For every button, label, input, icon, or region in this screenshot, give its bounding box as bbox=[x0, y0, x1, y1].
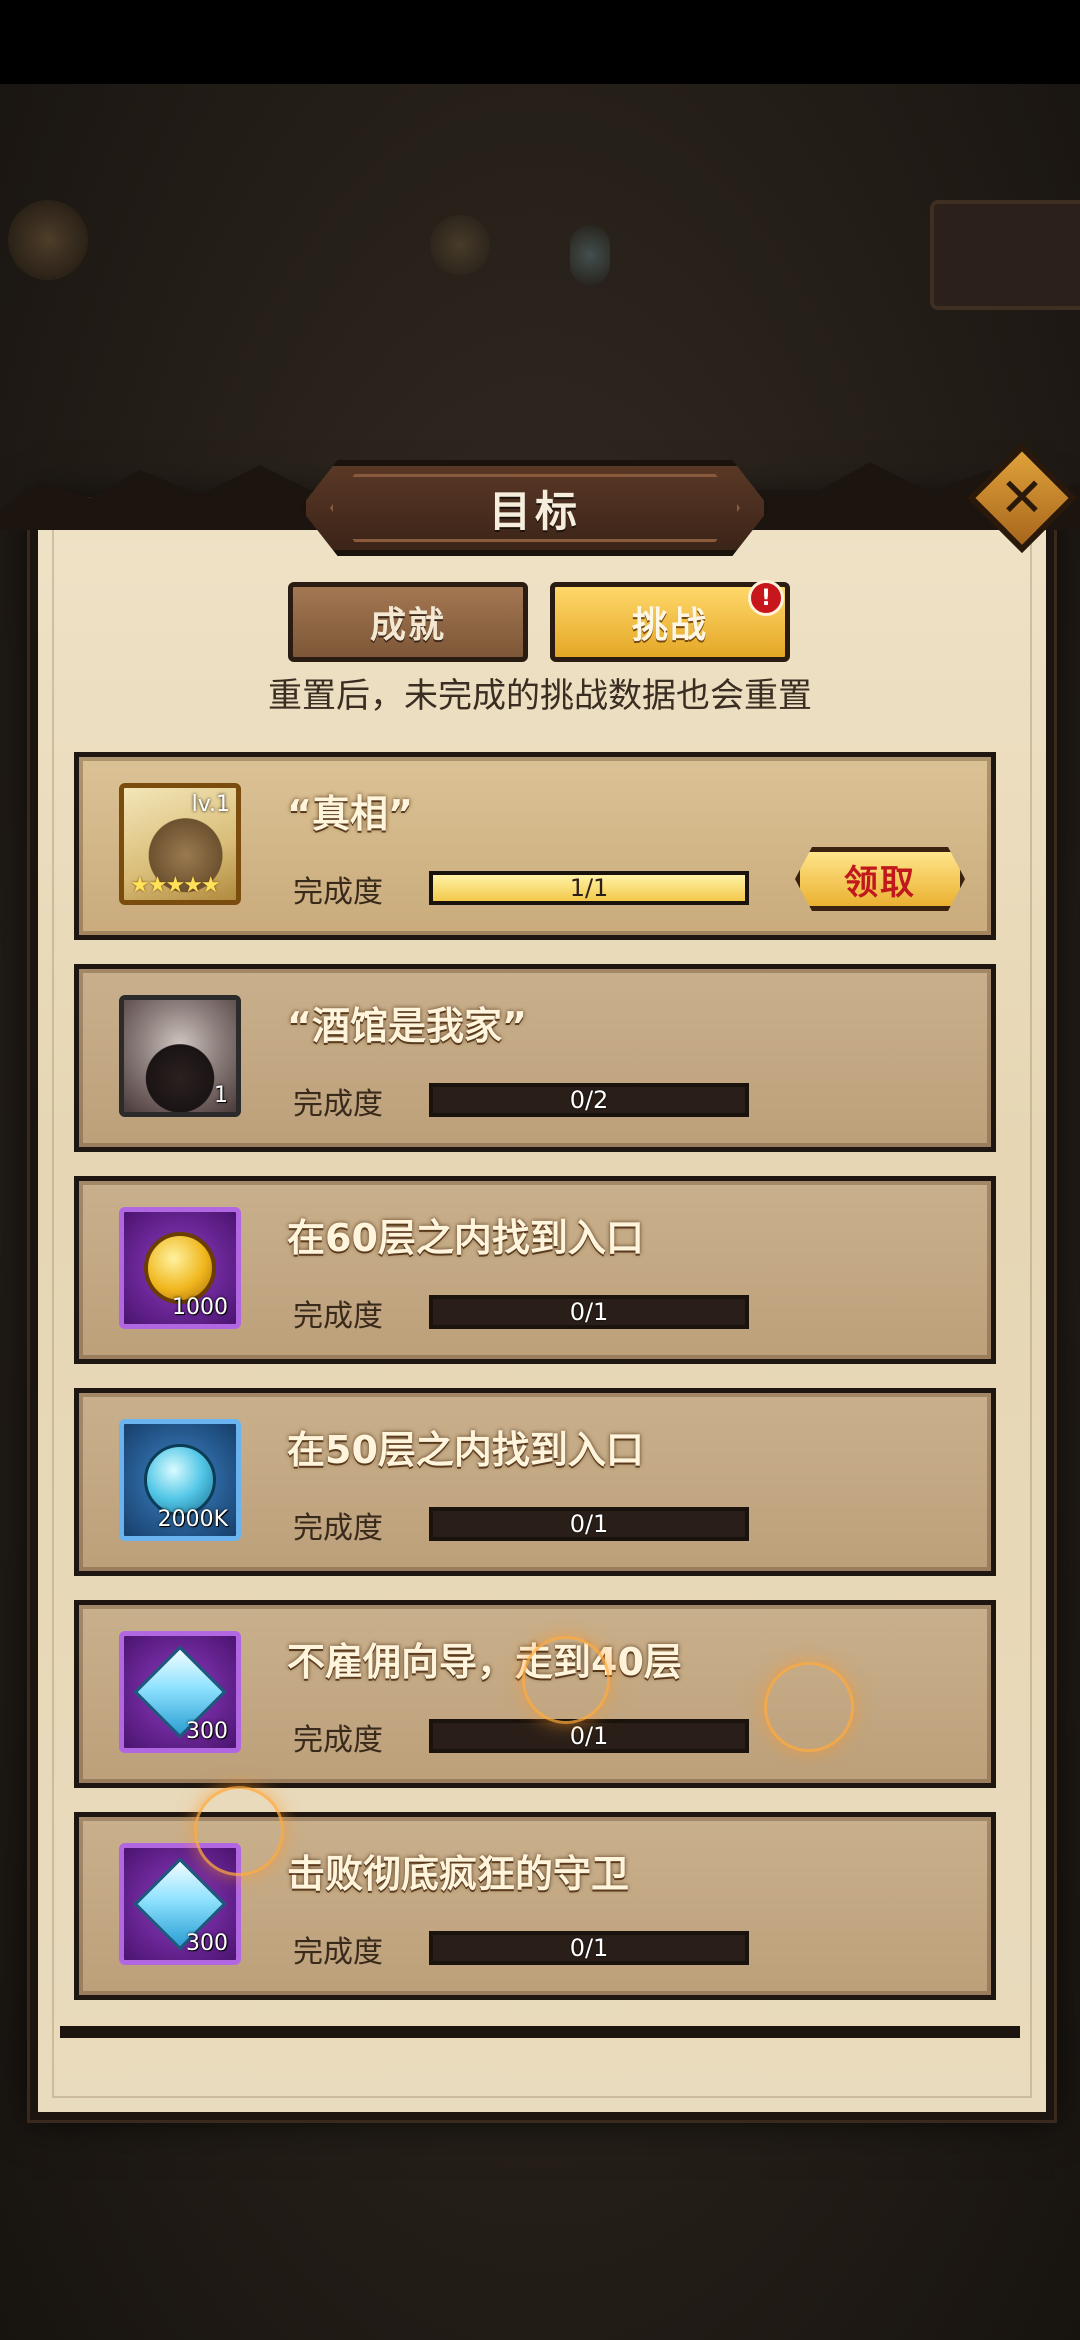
reset-notice: 重置后，未完成的挑战数据也会重置 bbox=[268, 676, 812, 716]
progress-label: 完成度 bbox=[293, 1723, 383, 1758]
soul-orb-reward[interactable]: 2000K bbox=[119, 1419, 241, 1541]
progress-value: 1/1 bbox=[569, 874, 609, 902]
reward-quantity: 1 bbox=[214, 1083, 228, 1108]
task-card: 1000 在60层之内找到入口 完成度 0/1 bbox=[74, 1176, 996, 1364]
task-card: 1 “酒馆是我家” 完成度 0/2 bbox=[74, 964, 996, 1152]
reward-quantity: 300 bbox=[186, 1931, 228, 1956]
task-title: 在60层之内找到入口 bbox=[287, 1216, 644, 1260]
title-banner-frame bbox=[330, 474, 740, 542]
task-title: “真相” bbox=[287, 792, 413, 836]
progress-bar: 1/1 bbox=[429, 871, 749, 905]
task-card: 2000K 在50层之内找到入口 完成度 0/1 bbox=[74, 1388, 996, 1576]
task-title: “酒馆是我家” bbox=[287, 1004, 527, 1048]
progress-value: 0/1 bbox=[569, 1298, 609, 1326]
challenge-alert-badge: ! bbox=[748, 580, 784, 616]
close-icon: ✕ bbox=[999, 466, 1045, 529]
reward-quantity: 2000K bbox=[157, 1507, 228, 1532]
background-potion-icon bbox=[570, 225, 610, 285]
hero-stars: ★★★★★ bbox=[130, 873, 221, 898]
task-card: lv.1 ★★★★★ “真相” 完成度 1/1 领取 bbox=[74, 752, 996, 940]
progress-value: 0/1 bbox=[569, 1722, 609, 1750]
progress-label: 完成度 bbox=[293, 875, 383, 910]
background-button bbox=[930, 200, 1080, 310]
sparkle-effect-icon bbox=[194, 1786, 284, 1876]
claim-button[interactable]: 领取 bbox=[795, 847, 965, 911]
progress-value: 0/2 bbox=[569, 1086, 609, 1114]
progress-bar: 0/1 bbox=[429, 1719, 749, 1753]
progress-bar: 0/1 bbox=[429, 1295, 749, 1329]
progress-bar: 0/2 bbox=[429, 1083, 749, 1117]
soul-orb-icon bbox=[144, 1444, 216, 1516]
reward-quantity: 1000 bbox=[172, 1295, 228, 1320]
background-menu-icon bbox=[8, 200, 88, 280]
diamond-reward[interactable]: 300 bbox=[119, 1631, 241, 1753]
progress-bar: 0/1 bbox=[429, 1507, 749, 1541]
progress-value: 0/1 bbox=[569, 1934, 609, 1962]
dark-hero-portrait-icon[interactable]: 1 bbox=[119, 995, 241, 1117]
progress-value: 0/1 bbox=[569, 1510, 609, 1538]
task-title: 不雇佣向导，走到40层 bbox=[287, 1640, 682, 1684]
hero-portrait-icon[interactable]: lv.1 ★★★★★ bbox=[119, 783, 241, 905]
progress-label: 完成度 bbox=[293, 1935, 383, 1970]
sparkle-effect-icon bbox=[522, 1636, 610, 1724]
task-title: 击败彻底疯狂的守卫 bbox=[287, 1852, 630, 1896]
progress-label: 完成度 bbox=[293, 1087, 383, 1122]
close-button[interactable]: ✕ bbox=[966, 442, 1078, 554]
panel-bottom-rim bbox=[60, 2026, 1020, 2038]
sparkle-effect-icon bbox=[764, 1662, 854, 1752]
tab-achievement[interactable]: 成就 bbox=[288, 582, 528, 662]
reward-quantity: 300 bbox=[186, 1719, 228, 1744]
gold-coin-icon bbox=[144, 1232, 216, 1304]
task-title: 在50层之内找到入口 bbox=[287, 1428, 644, 1472]
progress-label: 完成度 bbox=[293, 1299, 383, 1334]
background-resource-icon bbox=[430, 215, 490, 275]
hero-level: lv.1 bbox=[191, 792, 230, 817]
progress-bar: 0/1 bbox=[429, 1931, 749, 1965]
progress-label: 完成度 bbox=[293, 1511, 383, 1546]
gold-coin-reward[interactable]: 1000 bbox=[119, 1207, 241, 1329]
